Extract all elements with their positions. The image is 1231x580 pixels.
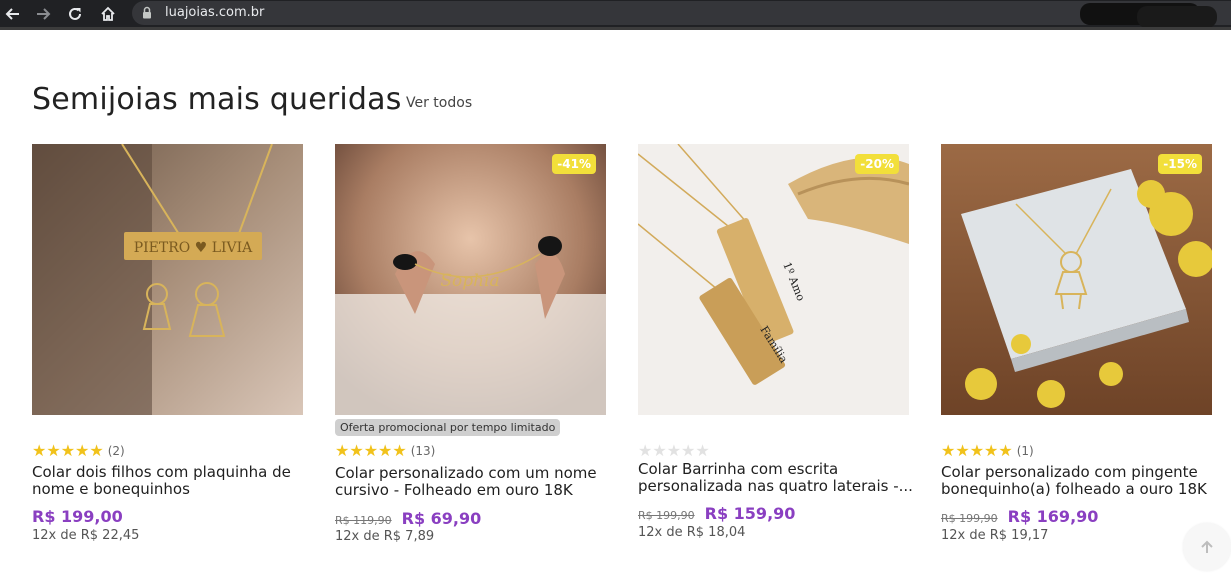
home-icon: [101, 6, 115, 21]
home-button[interactable]: [95, 0, 121, 27]
product-name[interactable]: Colar Barrinha com escrita personalizada…: [638, 461, 928, 495]
product-prices: R$ 199,90 R$ 159,90: [638, 504, 795, 523]
product-card[interactable]: Sophia -41% Oferta promocional por tempo…: [335, 144, 606, 564]
promo-badge: Oferta promocional por tempo limitado: [335, 419, 561, 436]
product-image[interactable]: PIETRO ♥ LIVIA: [32, 144, 303, 415]
product-name[interactable]: Colar dois filhos com plaquinha de nome …: [32, 464, 322, 498]
product-engraving-text: PIETRO ♥ LIVIA: [134, 240, 253, 256]
product-rating: ★★★★★ (2): [32, 443, 125, 459]
address-bar[interactable]: luajoias.com.br: [132, 1, 1231, 28]
redacted-area: [1137, 6, 1217, 28]
star-rating-icon: ★★★★★: [638, 441, 710, 460]
section-title: Semijoias mais queridas: [32, 82, 402, 117]
arrow-left-icon: [5, 7, 19, 20]
product-old-price: R$ 119,90: [335, 514, 392, 527]
discount-badge: -20%: [855, 154, 899, 174]
see-all-link[interactable]: Ver todos: [406, 95, 472, 111]
forward-button[interactable]: [30, 0, 56, 27]
product-installments: 12x de R$ 7,89: [335, 529, 435, 544]
back-button[interactable]: [0, 0, 26, 27]
product-prices: R$ 199,00: [32, 507, 123, 526]
scroll-to-top-button[interactable]: [1183, 523, 1231, 571]
product-prices: R$ 199,90 R$ 169,90: [941, 507, 1098, 526]
product-rating: ★★★★★ (13): [335, 443, 435, 459]
rating-count: (13): [410, 444, 436, 458]
star-rating-icon: ★★★★★: [32, 441, 104, 460]
star-rating-icon: ★★★★★: [941, 441, 1013, 460]
product-name[interactable]: Colar personalizado com um nome cursivo …: [335, 465, 625, 499]
product-name[interactable]: Colar personalizado com pingente bonequi…: [941, 464, 1231, 498]
product-card[interactable]: -15% ★★★★★ (1) Colar personalizado com p…: [941, 144, 1212, 564]
arrow-right-icon: [37, 7, 51, 20]
product-installments: 12x de R$ 18,04: [638, 525, 746, 540]
product-engraving-text: Sophia: [440, 271, 499, 291]
product-old-price: R$ 199,90: [941, 512, 998, 525]
product-card[interactable]: 1º Amo Família -20% ★★★★★ Colar Barrinha…: [638, 144, 913, 564]
product-price: R$ 199,00: [32, 507, 123, 526]
product-installments: 12x de R$ 19,17: [941, 528, 1049, 543]
product-image[interactable]: 1º Amo Família -20%: [638, 144, 909, 415]
rating-count: (2): [107, 444, 125, 458]
rating-count: (1): [1016, 444, 1034, 458]
product-image[interactable]: Sophia -41%: [335, 144, 606, 415]
product-old-price: R$ 199,90: [638, 509, 695, 522]
product-price: R$ 69,90: [401, 509, 482, 528]
toolbar-divider: [0, 27, 1231, 30]
discount-badge: -41%: [552, 154, 596, 174]
product-price: R$ 169,90: [1007, 507, 1099, 526]
star-rating-icon: ★★★★★: [335, 441, 407, 460]
product-price: R$ 159,90: [704, 504, 796, 523]
reload-icon: [69, 7, 81, 20]
arrow-up-icon: [1201, 540, 1213, 553]
reload-button[interactable]: [62, 0, 88, 27]
product-card[interactable]: PIETRO ♥ LIVIA ★★★★★ (2) Colar dois filh…: [32, 144, 303, 564]
product-installments: 12x de R$ 22,45: [32, 528, 140, 543]
product-image[interactable]: -15%: [941, 144, 1212, 415]
discount-badge: -15%: [1158, 154, 1202, 174]
product-rating: ★★★★★ (1): [941, 443, 1034, 459]
url-text: luajoias.com.br: [165, 5, 265, 20]
product-rating: ★★★★★: [638, 443, 710, 459]
product-prices: R$ 119,90 R$ 69,90: [335, 509, 481, 528]
lock-icon: [143, 6, 151, 19]
browser-toolbar: luajoias.com.br: [0, 0, 1231, 28]
